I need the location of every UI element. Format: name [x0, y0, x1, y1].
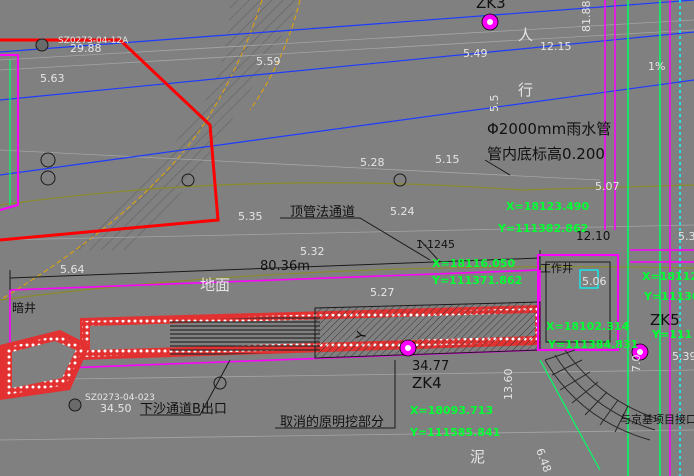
lvl-564: 5.64	[60, 263, 85, 276]
lvl-1360: 13.60	[502, 369, 515, 401]
lvl-535: 5.35	[238, 210, 263, 223]
coord-x4: X=18093.713	[410, 404, 493, 417]
lvl-53: 5.3	[678, 230, 694, 243]
cad-drawing-canvas: 29.88 81.88 5.49 12.15 5.63 5.59 5.5 5.2…	[0, 0, 694, 476]
coord-y1: Y=111382.862	[497, 222, 588, 235]
pipe-title: Φ2000mm雨水管	[487, 120, 611, 138]
lvl-1210: 12.10	[576, 229, 610, 243]
lvl-648: 6.48	[533, 447, 554, 474]
lvl-1215: 12.15	[540, 40, 572, 53]
coord-x5: X=18112	[642, 270, 694, 283]
shaft-work: 工作井	[540, 261, 573, 275]
lvl-3450: 34.50	[100, 402, 132, 415]
road-xing: 行	[518, 81, 533, 99]
cad-drawing: 29.88 81.88 5.49 12.15 5.63 5.59 5.5 5.2…	[0, 0, 694, 476]
lvl-8188: 81.88	[580, 1, 593, 33]
borehole-zk3[interactable]	[481, 13, 499, 31]
pipe-elev: 管内底标高0.200	[487, 145, 605, 163]
cancel-cut: 取消的原明挖部分	[280, 414, 384, 430]
lvl-532: 5.32	[300, 245, 325, 258]
lvl-55: 5.5	[488, 95, 501, 113]
sz-top: SZ0273-04-12A	[58, 36, 129, 46]
shaft-dark: 暗井	[12, 300, 36, 315]
lvl-7: 7.0	[630, 355, 643, 373]
lvl-506: 5.06	[582, 275, 607, 288]
coord-y5: Y=11136	[643, 290, 694, 303]
lvl-515: 5.15	[435, 153, 460, 166]
mud: 泥	[470, 448, 485, 466]
zk4-label: ZK4	[412, 374, 442, 392]
road-labels: 行 人 地面 泥	[200, 26, 533, 466]
lvl-549: 5.49	[463, 47, 488, 60]
coord-x3: X=18102.314	[546, 320, 629, 333]
lvl-563: 5.63	[40, 72, 65, 85]
dim-8036: 80.36m	[260, 259, 310, 274]
borehole-zk4[interactable]	[399, 339, 417, 357]
lvl-528: 5.28	[360, 156, 385, 169]
pipe-jack: 顶管法通道	[290, 205, 355, 220]
tunnel-1245: 1-1245	[416, 238, 455, 251]
zk3-label: ZK3	[476, 0, 506, 12]
tunnel-rails	[170, 316, 320, 356]
lvl-524: 5.24	[390, 205, 415, 218]
leader-lines	[140, 159, 511, 429]
green-diagonal	[539, 359, 601, 471]
road-ren: 人	[518, 26, 533, 44]
coord-x1: X=18123.490	[506, 200, 589, 213]
lvl-539: 5.39	[672, 350, 694, 363]
zk5-label: ZK5	[650, 311, 680, 329]
lvl-3477: 34.77	[412, 359, 449, 374]
project-exit: 与京基项目接口	[620, 412, 694, 426]
olive-curve-1	[0, 182, 694, 206]
coord-y3: Y=111384.831	[547, 338, 638, 351]
pct: 1%	[648, 60, 665, 73]
ground-di: 地面	[200, 276, 230, 294]
coord-y4: Y=111585.841	[409, 426, 500, 439]
coord-y6: Y=111	[651, 328, 692, 341]
exit-b: 下沙通道B出口	[140, 402, 227, 417]
coord-x2: X=18116.050	[432, 257, 515, 270]
magenta-building-left	[0, 54, 19, 211]
lvl-559: 5.59	[256, 55, 281, 68]
lvl-507: 5.07	[595, 180, 620, 193]
cancelled-open-cut	[314, 301, 541, 359]
lvl-527: 5.27	[370, 286, 395, 299]
coord-y2: Y=111371.862	[431, 274, 522, 287]
